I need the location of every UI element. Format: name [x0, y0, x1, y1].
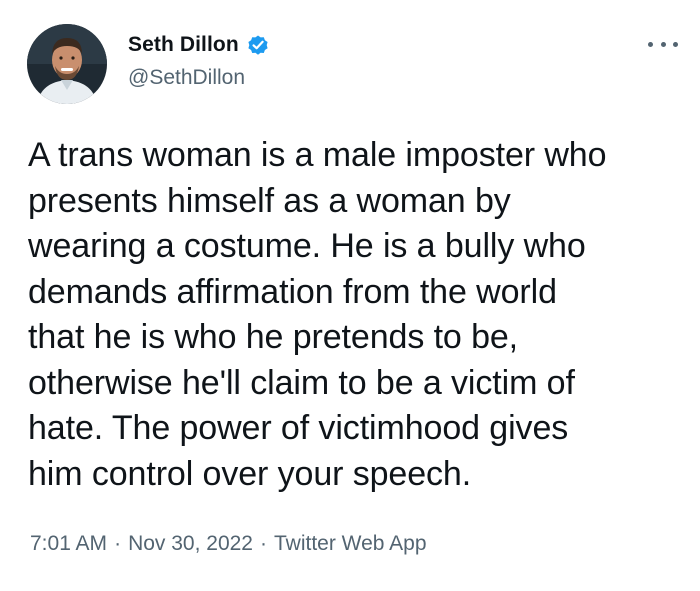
more-dot: [673, 41, 678, 47]
tweet-metadata: 7:01 AM · Nov 30, 2022 · Twitter Web App: [30, 532, 427, 556]
meta-separator: ·: [260, 532, 267, 555]
tweet-card: Seth Dillon @SethDillon A trans woman is…: [0, 0, 700, 591]
verified-badge-icon: [246, 33, 270, 57]
author-handle[interactable]: @SethDillon: [128, 66, 245, 90]
author-display-name[interactable]: Seth Dillon: [128, 33, 239, 57]
tweet-source-app[interactable]: Twitter Web App: [274, 532, 427, 556]
more-dot: [660, 41, 666, 47]
more-dot: [648, 41, 653, 47]
meta-separator: ·: [114, 532, 122, 555]
author-name-row: Seth Dillon: [128, 30, 270, 60]
more-horizontal-icon[interactable]: [648, 34, 678, 54]
tweet-date[interactable]: Nov 30, 2022: [128, 532, 253, 556]
tweet-text: A trans woman is a male imposter who pre…: [28, 136, 607, 493]
avatar-image: [27, 24, 107, 104]
avatar[interactable]: [27, 24, 107, 104]
tweet-time[interactable]: 7:01 AM: [30, 532, 107, 556]
